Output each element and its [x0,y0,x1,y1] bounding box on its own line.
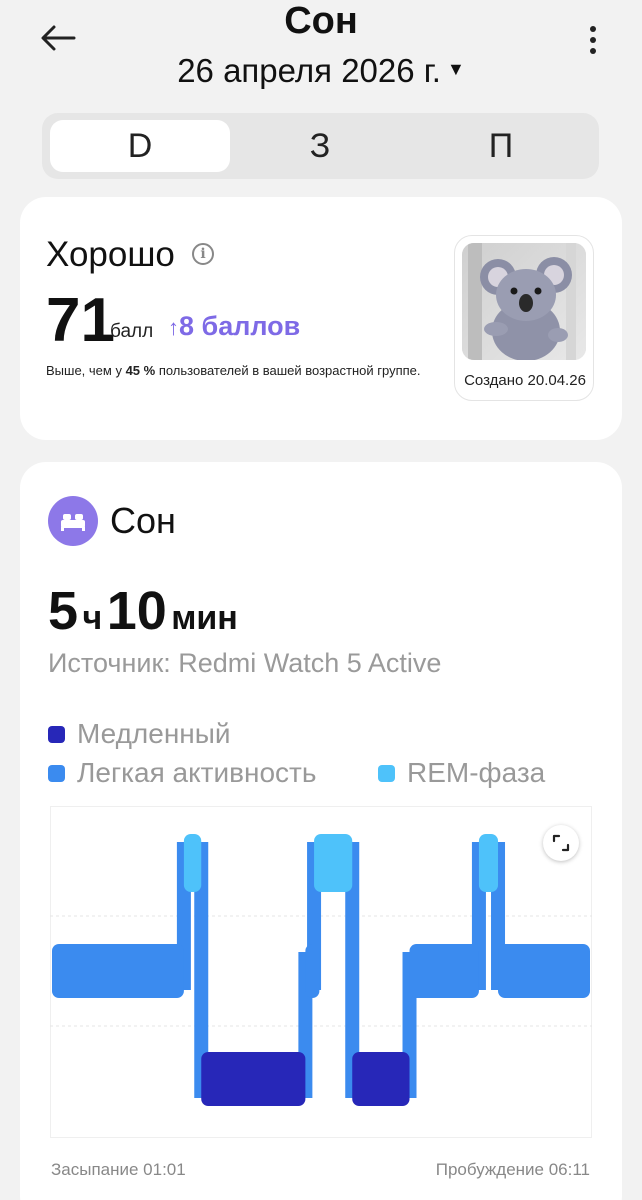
expand-icon[interactable] [543,825,579,861]
duration-minutes: 10 [106,581,167,641]
avatar-created-label: Создано 20.04.26 [464,372,586,389]
source-label: Источник: Redmi Watch 5 Active [48,648,442,678]
stage-bar-1 [183,834,202,892]
sleep-details-card: Сон 5 ч 10 мин Источник: Redmi Watch 5 A… [20,462,622,1200]
koala-avatar-image [462,243,586,360]
wake-up-time: Пробуждение 06:11 [435,1160,590,1179]
compare-prefix: Выше, чем у [46,363,126,378]
sleep-start-time: Засыпание 01:01 [51,1160,186,1179]
compare-suffix: пользователей в вашей возрастной группе. [155,363,421,378]
info-icon[interactable]: i [192,243,214,265]
arrow-up-icon: ↑ [168,315,179,340]
legend-item-deep: Медленный [48,718,231,750]
tab-day[interactable]: D [50,120,230,172]
score-value: 71 [46,286,115,355]
header: Сон 26 апреля 2026 г. ▼ [0,0,642,110]
hypnogram-chart [50,806,592,1138]
section-title: Сон [110,500,176,541]
legend-swatch-light [48,764,65,782]
legend-label-deep: Медленный [77,718,231,749]
score-delta-text: 8 баллов [179,311,301,341]
legend-item-rem: REM-фаза [378,757,545,789]
caret-down-icon: ▼ [446,58,465,79]
stage-bar-0 [52,944,184,998]
page-title: Сон [284,0,358,42]
period-tabs: D З П [42,113,599,179]
stage-bar-8 [498,944,590,998]
stage-bar-7 [478,834,499,892]
rating-label: Хорошо [46,235,175,274]
tab-week[interactable]: З [230,120,410,172]
stage-bar-5 [352,1052,410,1106]
tab-period[interactable]: П [411,120,591,172]
stage-bar-3 [305,944,320,998]
score-delta: ↑8 баллов [168,311,300,342]
bed-icon [48,496,98,546]
score-unit: балл [110,321,154,342]
avatar-card[interactable]: Создано 20.04.26 [454,235,594,401]
duration-minutes-unit: мин [171,599,238,637]
legend-swatch-rem [378,764,395,782]
compare-percent: 45 % [125,363,156,378]
duration-hours: 5 [48,581,79,641]
sleep-score-card: Хорошо i 71 балл ↑8 баллов Выше, чем у 4… [20,197,622,440]
date-label: 26 апреля 2026 г. [177,52,441,89]
legend-item-light: Легкая активность [48,757,316,789]
stage-bar-6 [409,944,479,998]
date-selector[interactable]: 26 апреля 2026 г. ▼ [0,52,642,90]
sleep-duration: 5 ч 10 мин [48,580,238,642]
more-options-icon[interactable] [582,26,604,62]
stage-bar-4 [314,834,353,892]
stage-bar-2 [201,1052,306,1106]
comparison-text: Выше, чем у 45 % пользователей в вашей в… [46,363,421,378]
duration-hours-unit: ч [82,599,103,637]
legend-label-light: Легкая активность [77,757,317,788]
legend-label-rem: REM-фаза [407,757,546,788]
legend-swatch-deep [48,725,65,743]
